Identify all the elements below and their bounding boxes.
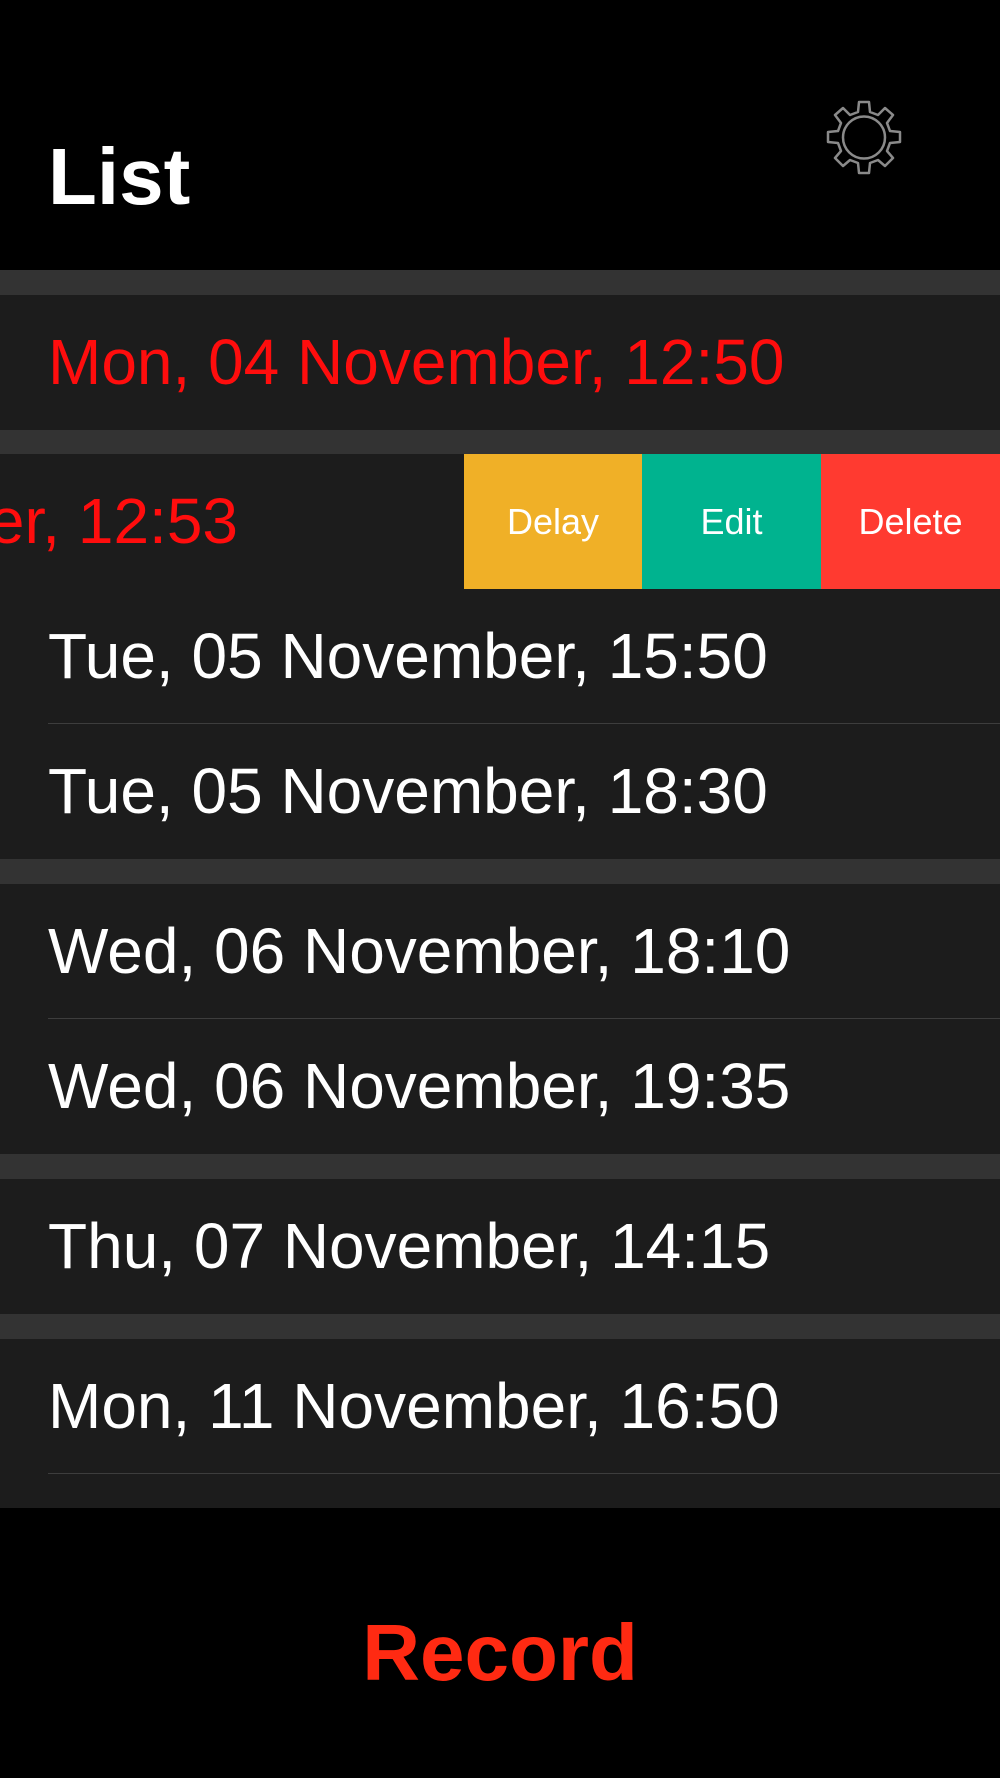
list-item[interactable]: Thu, 07 November, 14:15 [0,1179,1000,1314]
record-button[interactable]: Record [300,1598,700,1708]
list-item-label: Mon, 04 November, 12:53 [0,485,238,557]
header: List [0,0,1000,270]
gear-icon [826,100,902,175]
list-item[interactable]: Mon, 04 November, 12:50 [0,295,1000,430]
settings-button[interactable] [822,96,906,180]
delay-button[interactable]: Delay [464,454,642,589]
list-item[interactable]: Mon, 11 November, 16:50 [0,1339,1000,1474]
list-item-label: Mon, 11 November, 16:50 [48,1370,780,1442]
list-item-swiped[interactable]: Mon, 04 November, 12:53 Delay Edit Delet… [0,454,1000,589]
schedule-list: Mon, 04 November, 12:50 Mon, 04 November… [0,270,1000,1508]
page-title: List [48,132,191,221]
list-item-empty [0,1474,1000,1508]
footer: Record [0,1508,1000,1778]
list-item-label: Wed, 06 November, 19:35 [48,1050,791,1122]
list-item[interactable]: Wed, 06 November, 18:10 [0,884,1000,1019]
list-item-label: Thu, 07 November, 14:15 [48,1210,771,1282]
list-item-label: Tue, 05 November, 15:50 [48,620,768,692]
list-item[interactable]: Tue, 05 November, 15:50 [0,589,1000,724]
list-item-label: Mon, 04 November, 12:50 [48,326,785,398]
list-item[interactable]: Tue, 05 November, 18:30 [0,724,1000,859]
delete-button[interactable]: Delete [821,454,1000,589]
list-item-label: Wed, 06 November, 18:10 [48,915,791,987]
list-item[interactable]: Wed, 06 November, 19:35 [0,1019,1000,1154]
edit-button[interactable]: Edit [642,454,821,589]
list-item-label: Tue, 05 November, 18:30 [48,755,768,827]
